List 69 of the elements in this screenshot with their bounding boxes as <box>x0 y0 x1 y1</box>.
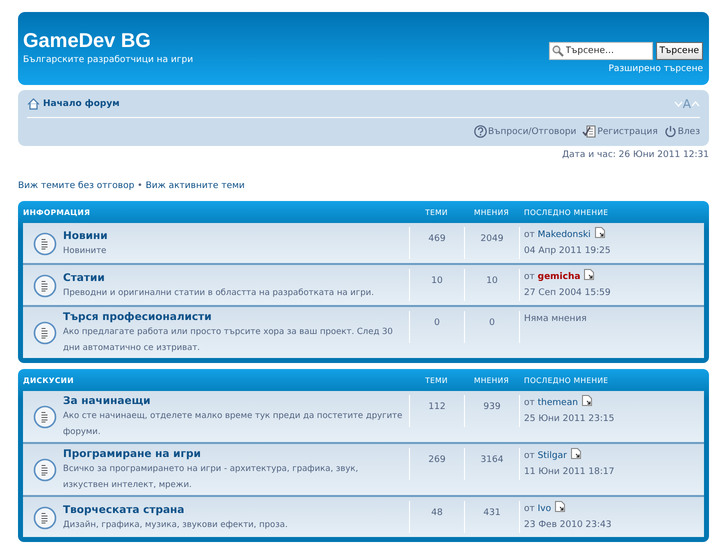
forum-title[interactable]: Статии <box>63 270 374 284</box>
posts-count: 0 <box>464 311 519 343</box>
post-date: 27 Сеп 2004 15:59 <box>524 287 612 300</box>
username-link[interactable]: Ivo <box>538 504 552 514</box>
by-label: от <box>524 451 536 461</box>
view-post-icon[interactable] <box>582 395 592 406</box>
topics-count: 0 <box>409 311 464 343</box>
username-link[interactable]: gemicha <box>538 272 580 282</box>
forum-title[interactable]: Новини <box>63 228 108 242</box>
posts-count: 939 <box>464 395 519 427</box>
forum-description: Новините <box>63 244 108 258</box>
by-label: от <box>524 398 536 408</box>
site-title[interactable]: GameDev BG <box>23 29 194 53</box>
date-time: Дата и час: 26 Юни 2011 12:31 <box>562 150 709 160</box>
forum-icon <box>33 458 57 482</box>
forum-description: Дизайн, графика, музика, звукови ефекти, проза. <box>63 518 288 532</box>
post-date: 25 Юни 2011 23:15 <box>524 413 616 426</box>
forum-icon <box>33 321 57 345</box>
register-link[interactable]: Регистрация <box>597 126 658 136</box>
username-link[interactable]: Makedonski <box>538 230 591 240</box>
posts-count: 2049 <box>464 227 519 259</box>
view-post-icon[interactable] <box>584 269 594 280</box>
forum-description: Ако сте начинаещ, отделете малко време тук преди да постетите другите форуми. <box>63 410 403 439</box>
forum-description: Ако предлагате работа или просто търсите хора за ваш проект. След 30 дни автоматично се изтриват. <box>63 326 394 355</box>
posts-count: 10 <box>464 269 519 301</box>
topics-count: 10 <box>409 269 464 301</box>
forum-title[interactable]: Търся професионалисти <box>63 310 403 324</box>
faq-link[interactable]: Въпроси/Отговори <box>488 126 576 136</box>
forum-description: Всичко за програмирането на игри - архитектура, графика, звук, изкуствен интелект, мрежи. <box>63 463 360 492</box>
view-post-icon[interactable] <box>555 501 566 512</box>
topics-count: 48 <box>409 501 464 533</box>
forum-icon <box>33 274 57 298</box>
posts-count: 431 <box>464 501 519 533</box>
power-icon <box>664 125 677 138</box>
post-date: 04 Апр 2011 19:25 <box>524 245 612 258</box>
search-icon <box>552 45 564 57</box>
quick-link[interactable]: Виж темите без отговор <box>18 181 134 195</box>
login-link[interactable]: Влез <box>678 126 700 136</box>
no-posts-label: Няма мнения <box>524 314 587 324</box>
topics-count: 112 <box>409 395 464 427</box>
forum-title[interactable]: За начинаещи <box>63 394 403 408</box>
advanced-search-link[interactable]: Разширено търсене <box>608 64 703 74</box>
post-date: 23 Фев 2010 23:43 <box>524 519 612 532</box>
forum-title[interactable]: Творческата страна <box>63 502 288 516</box>
topics-count: 469 <box>409 227 464 259</box>
by-label: от <box>524 230 536 240</box>
separator-dot: • <box>137 181 143 193</box>
by-label: от <box>524 272 536 282</box>
forum-description: Преводни и оригинални статии в областта на разработката на игри. <box>63 286 374 300</box>
help-icon <box>474 125 487 138</box>
forum-title[interactable]: Програмиране на игри <box>63 447 403 461</box>
home-link[interactable]: Начало форум <box>43 98 120 108</box>
by-label: от <box>524 504 536 514</box>
view-post-icon[interactable] <box>570 448 581 459</box>
username-link[interactable]: themean <box>538 398 578 408</box>
home-icon <box>27 98 40 110</box>
username-link[interactable]: Stilgar <box>538 451 567 461</box>
forum-icon <box>33 405 57 429</box>
topics-count: 269 <box>409 448 464 480</box>
search-field[interactable]: Търсене… <box>548 42 653 60</box>
site-description: Българските разработчици на игри <box>23 55 194 65</box>
forum-icon <box>33 506 57 530</box>
post-date: 11 Юни 2011 18:17 <box>524 466 616 479</box>
posts-count: 3164 <box>464 448 519 480</box>
quick-link[interactable]: Виж активните теми <box>146 181 245 195</box>
view-post-icon[interactable] <box>594 227 605 238</box>
search-button[interactable]: Търсене <box>656 42 703 60</box>
checklist-icon <box>582 125 596 138</box>
forum-icon <box>33 232 57 256</box>
